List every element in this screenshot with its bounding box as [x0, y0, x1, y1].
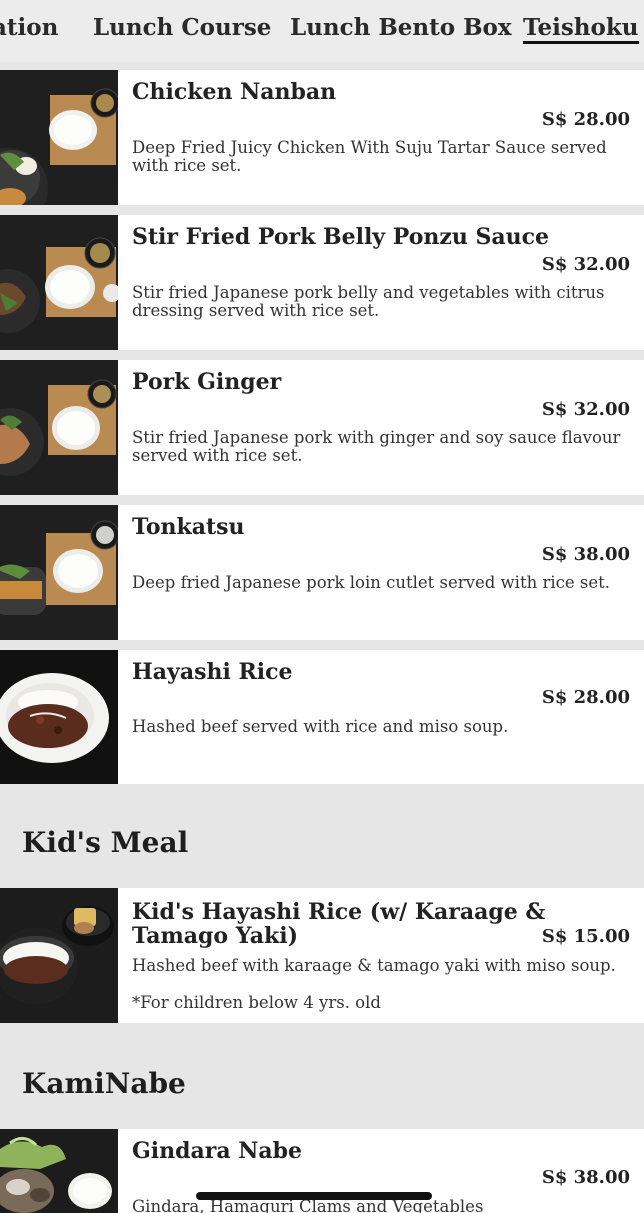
menu-item-card[interactable]: Pork Ginger S$ 32.00 Stir fried Japanese…	[0, 360, 644, 495]
tab-lunch-course[interactable]: Lunch Course	[93, 14, 271, 41]
pork-belly-ponzu-photo	[0, 215, 118, 350]
item-description: Gindara, Hamaguri Clams and Vegetables	[132, 1197, 484, 1213]
item-name: Gindara Nabe	[132, 1138, 303, 1164]
item-price: S$ 28.00	[541, 109, 630, 130]
item-price: S$ 28.00	[541, 687, 630, 708]
pork-ginger-photo	[0, 360, 118, 495]
menu-item-card[interactable]: Kid's Hayashi Rice (w/ Karaage & Tamago …	[0, 888, 644, 1023]
item-note: *For children below 4 yrs. old	[132, 993, 381, 1012]
item-description: Hashed beef with karaage & tamago yaki w…	[132, 956, 616, 975]
item-description: Hashed beef served with rice and miso so…	[132, 717, 509, 736]
menu-item-card[interactable]: Tonkatsu S$ 38.00 Deep fried Japanese po…	[0, 505, 644, 640]
menu-item-card[interactable]: Chicken Nanban S$ 28.00 Deep Fried Juicy…	[0, 70, 644, 205]
section-title-kids-meal: Kid's Meal	[22, 826, 189, 859]
item-name: Chicken Nanban	[132, 79, 337, 105]
item-name: Tonkatsu	[132, 514, 245, 540]
item-price: S$ 38.00	[541, 544, 630, 565]
item-name: Kid's Hayashi Rice (w/ Karaage & Tamago …	[132, 899, 546, 949]
hayashi-rice-photo	[0, 650, 118, 784]
kids-hayashi-rice-photo	[0, 888, 118, 1023]
category-tab-bar: ation Lunch Course Lunch Bento Box Teish…	[0, 0, 644, 62]
section-title-kaminabe: KamiNabe	[22, 1067, 186, 1100]
item-name: Stir Fried Pork Belly Ponzu Sauce	[132, 224, 550, 250]
menu-item-card[interactable]: Gindara Nabe S$ 38.00 Gindara, Hamaguri …	[0, 1129, 644, 1213]
item-description: Deep fried Japanese pork loin cutlet ser…	[132, 573, 610, 592]
item-description: Deep Fried Juicy Chicken With Suju Tarta…	[132, 138, 607, 175]
item-price: S$ 15.00	[541, 926, 630, 947]
chicken-nanban-photo	[0, 70, 118, 205]
menu-item-card[interactable]: Hayashi Rice S$ 28.00 Hashed beef served…	[0, 650, 644, 784]
home-indicator[interactable]	[196, 1192, 432, 1200]
item-description: Stir fried Japanese pork belly and veget…	[132, 283, 605, 320]
tab-teishoku[interactable]: Teishoku	[523, 14, 639, 44]
item-name: Hayashi Rice	[132, 659, 293, 685]
tab-lunch-bento-box[interactable]: Lunch Bento Box	[290, 14, 512, 41]
tab-partial-previous[interactable]: ation	[0, 14, 58, 41]
tonkatsu-photo	[0, 505, 118, 640]
menu-item-card[interactable]: Stir Fried Pork Belly Ponzu Sauce S$ 32.…	[0, 215, 644, 350]
item-price: S$ 38.00	[541, 1167, 630, 1188]
item-description: Stir fried Japanese pork with ginger and…	[132, 428, 621, 465]
item-price: S$ 32.00	[541, 254, 630, 275]
gindara-nabe-photo	[0, 1129, 118, 1213]
item-price: S$ 32.00	[541, 399, 630, 420]
item-name: Pork Ginger	[132, 369, 282, 395]
